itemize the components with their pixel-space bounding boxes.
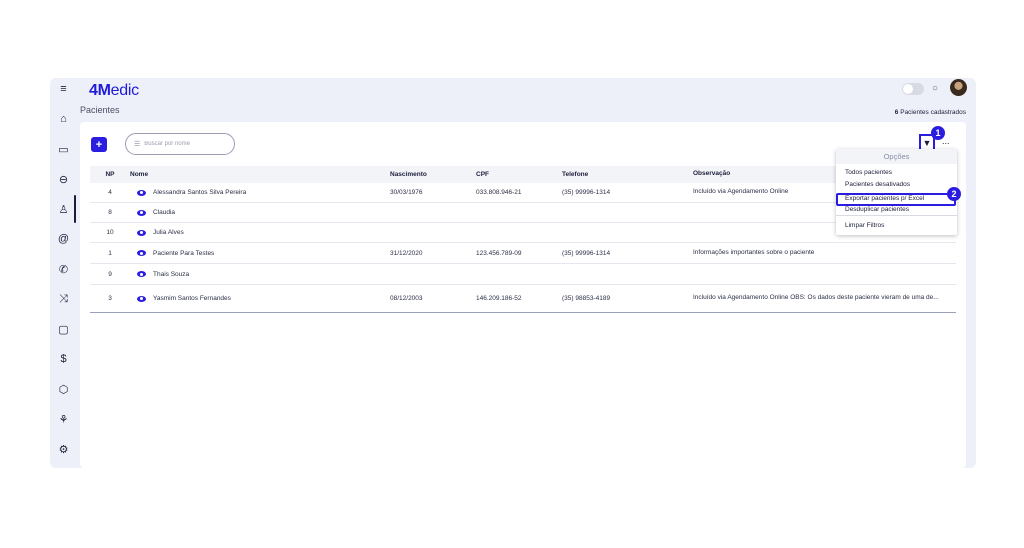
menu-item-pacientes-desativados[interactable]: Pacientes desativados xyxy=(845,181,910,188)
cell-nome: Julia Alves xyxy=(153,229,184,236)
view-eye-icon[interactable] xyxy=(137,295,146,302)
page-title: Pacientes xyxy=(80,105,120,115)
app-window: ≡ ⌂ ▭ ⊖ ♙ @ ✆ ⤨ ▢ $ ⬡ ⚘ ⚙ 4Medic ○ Pacie… xyxy=(50,78,976,468)
dollar-icon[interactable]: $ xyxy=(50,349,77,369)
sidebar: ≡ ⌂ ▭ ⊖ ♙ @ ✆ ⤨ ▢ $ ⬡ ⚘ ⚙ xyxy=(50,78,77,468)
menu-divider xyxy=(836,215,957,216)
shuffle-icon[interactable]: ⤨ xyxy=(50,289,77,309)
cell-telefone: (35) 99996-1314 xyxy=(562,249,611,257)
theme-toggle[interactable] xyxy=(902,83,924,95)
options-menu: Opções Todos pacientes Pacientes desativ… xyxy=(836,149,957,235)
at-icon[interactable]: @ xyxy=(50,229,77,249)
view-eye-icon[interactable] xyxy=(137,271,146,277)
patients-panel: + ☰ NP Nome Nascimento CPF Telefone Obse… xyxy=(80,122,966,468)
header-nascimento[interactable]: Nascimento xyxy=(390,171,476,178)
box-icon[interactable]: ⬡ xyxy=(50,379,77,399)
patient-count: 6 Pacientes cadastrados xyxy=(895,109,966,116)
logo-m: M xyxy=(97,82,111,99)
cell-np: 3 xyxy=(108,295,112,302)
cell-np: 8 xyxy=(108,209,112,216)
chat-icon[interactable]: ○ xyxy=(932,83,938,94)
table-header: NP Nome Nascimento CPF Telefone Observaç… xyxy=(90,166,956,183)
cell-cpf: 146.209.186-52 xyxy=(476,295,522,302)
cell-telefone: (35) 99996-1314 xyxy=(562,189,611,196)
cell-telefone: (35) 98853-4189 xyxy=(562,295,611,302)
cell-observacao: Incluído via Agendamento Online OBS: Os … xyxy=(693,294,939,302)
cell-np: 10 xyxy=(106,229,114,236)
patients-table: NP Nome Nascimento CPF Telefone Observaç… xyxy=(90,166,956,313)
table-row[interactable]: 1 Paciente Para Testes 31/12/2020 123.45… xyxy=(90,243,956,264)
table-row[interactable]: 10 Julia Alves xyxy=(90,223,956,243)
header-np[interactable]: NP xyxy=(90,171,130,178)
table-row[interactable]: 9 Thais Souza xyxy=(90,264,956,285)
menu-icon[interactable]: ≡ xyxy=(50,79,77,99)
patient-count-number: 6 xyxy=(894,109,899,116)
view-eye-icon[interactable] xyxy=(137,189,146,196)
menu-item-desduplicar[interactable]: Desduplicar pacientes xyxy=(845,206,909,213)
header-nome[interactable]: Nome xyxy=(130,171,390,178)
view-eye-icon[interactable] xyxy=(137,250,146,256)
list-search-icon: ☰ xyxy=(134,141,141,148)
cell-nome: Alessandra Santos Silva Pereira xyxy=(153,189,247,196)
cell-nascimento: 31/12/2020 xyxy=(390,249,423,257)
header-telefone[interactable]: Telefone xyxy=(562,171,693,178)
table-row[interactable]: 8 Claudia xyxy=(90,203,956,223)
search-input[interactable] xyxy=(144,141,230,147)
sofa-icon[interactable]: ⊖ xyxy=(50,169,77,189)
cell-np: 4 xyxy=(108,189,112,196)
table-row[interactable]: 3 Yasmim Santos Fernandes 08/12/2003 146… xyxy=(90,285,956,313)
cell-cpf: 123.456.789-09 xyxy=(476,249,522,257)
cell-cpf: 033.808.946-21 xyxy=(476,189,522,196)
cell-nome: Yasmim Santos Fernandes xyxy=(153,295,231,302)
chart-icon[interactable]: ⚘ xyxy=(50,409,77,429)
avatar[interactable] xyxy=(950,79,967,96)
filter-icon: ▼ xyxy=(922,137,932,148)
logo-number: 4 xyxy=(89,82,98,99)
cell-nascimento: 08/12/2003 xyxy=(390,295,423,302)
cell-np: 9 xyxy=(108,270,112,278)
cell-observacao: Informações importantes sobre o paciente xyxy=(693,248,815,256)
export-highlight-box xyxy=(836,193,956,206)
cell-nascimento: 30/03/1976 xyxy=(390,189,423,196)
patient-count-label: Pacientes cadastrados xyxy=(900,109,966,116)
step-badge-1: 1 xyxy=(931,126,945,140)
cell-np: 1 xyxy=(108,249,112,257)
sidebar-active-indicator xyxy=(74,195,76,223)
home-icon[interactable]: ⌂ xyxy=(50,109,77,129)
search-box[interactable]: ☰ xyxy=(125,133,235,155)
cell-nome: Paciente Para Testes xyxy=(153,249,215,257)
step-badge-2: 2 xyxy=(947,187,961,201)
options-menu-title: Opções xyxy=(836,149,957,164)
table-row[interactable]: 4 Alessandra Santos Silva Pereira 30/03/… xyxy=(90,183,956,203)
menu-item-todos-pacientes[interactable]: Todos pacientes xyxy=(845,169,892,176)
logo-rest: edic xyxy=(110,82,139,99)
clipboard-icon[interactable]: ▢ xyxy=(50,319,77,339)
phone-icon[interactable]: ✆ xyxy=(50,259,77,279)
menu-item-limpar-filtros[interactable]: Limpar Filtros xyxy=(845,222,884,229)
settings-icon[interactable]: ⚙ xyxy=(50,439,77,459)
app-logo[interactable]: 4Medic xyxy=(89,82,139,100)
header-cpf[interactable]: CPF xyxy=(476,171,562,178)
cell-nome: Thais Souza xyxy=(153,270,190,278)
add-patient-button[interactable]: + xyxy=(91,137,107,152)
cell-nome: Claudia xyxy=(153,209,176,216)
view-eye-icon[interactable] xyxy=(137,209,146,216)
calendar-icon[interactable]: ▭ xyxy=(50,139,77,159)
view-eye-icon[interactable] xyxy=(137,229,146,236)
user-icon[interactable]: ♙ xyxy=(50,199,77,219)
